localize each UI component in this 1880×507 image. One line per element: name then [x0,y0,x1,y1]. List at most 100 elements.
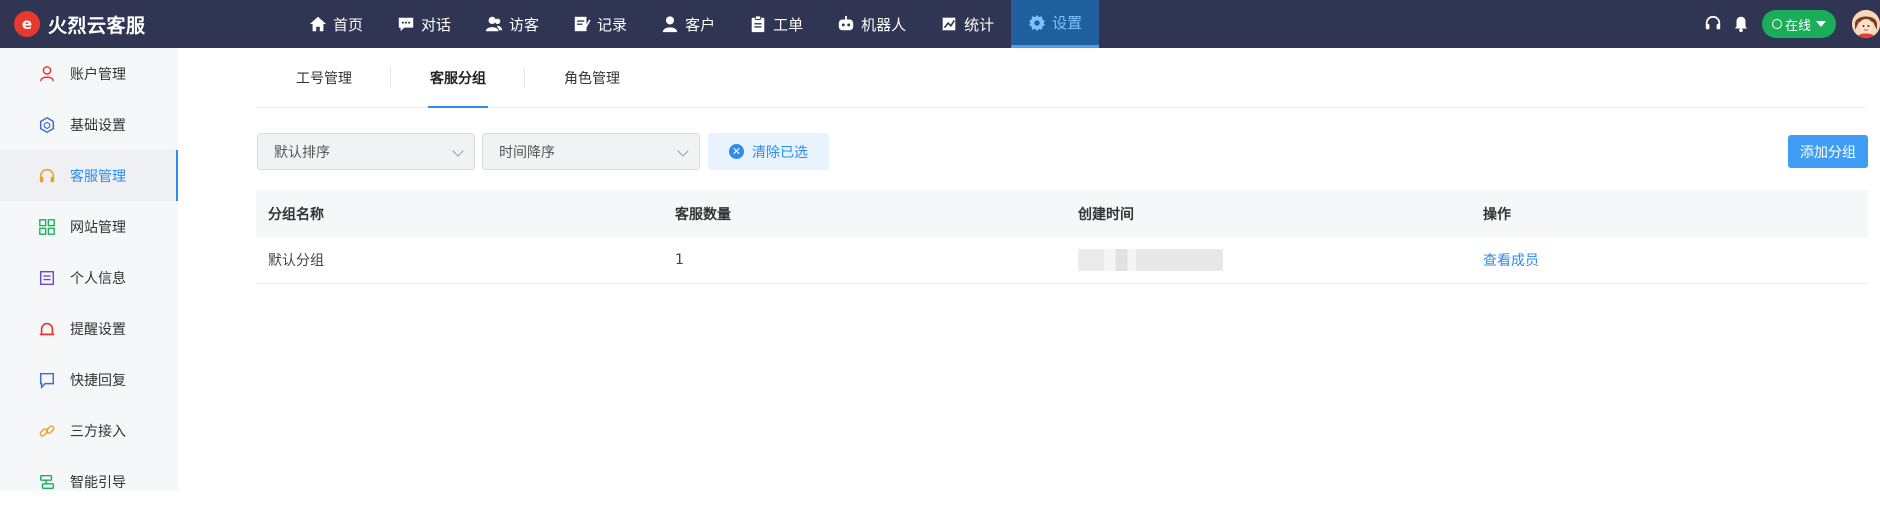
sidebar-item-personal-info[interactable]: 个人信息 [0,252,178,303]
groups-table: 分组名称 客服数量 创建时间 操作 默认分组 1 查看成员 [256,190,1868,284]
sidebar-item-label: 账户管理 [70,66,126,83]
bell-icon[interactable] [1732,15,1750,33]
sort-select[interactable]: 默认排序 [257,133,475,170]
status-label: 在线 [1784,18,1811,34]
headset-icon[interactable] [1704,15,1722,33]
sidebar-item-label: 提醒设置 [70,321,126,338]
sidebar-item-quick-reply[interactable]: 快捷回复 [0,354,178,405]
agent-count-cell: 1 [675,252,684,268]
grid-icon [38,218,56,236]
link-icon [38,422,56,440]
nav-item-robot[interactable]: 机器人 [820,0,923,48]
column-header-agent-count: 客服数量 [675,206,731,223]
nav-item-stats[interactable]: 统计 [923,0,1011,48]
sidebar-item-label: 智能引导 [70,474,126,491]
avatar[interactable] [1852,10,1880,38]
brand[interactable]: e 火烈云客服 [14,0,146,48]
column-header-created-time: 创建时间 [1078,206,1134,223]
stats-icon [940,15,958,33]
sidebar-item-third-party[interactable]: 三方接入 [0,405,178,456]
table-row: 默认分组 1 查看成员 [256,237,1868,284]
redacted-timestamp [1078,249,1223,271]
visitors-icon [485,15,503,33]
tab-role-management[interactable]: 角色管理 [524,48,658,108]
group-name-cell: 默认分组 [268,253,324,269]
tab-agent-groups[interactable]: 客服分组 [390,48,524,108]
tab-employee-id[interactable]: 工号管理 [256,48,390,108]
nav-item-label: 机器人 [861,15,907,34]
brand-logo-icon: e [14,11,40,37]
cube-icon [38,116,56,134]
nav-item-chat[interactable]: 对话 [380,0,468,48]
nav-item-label: 工单 [773,15,804,34]
nav-item-label: 访客 [509,15,540,34]
sidebar-item-agent-management[interactable]: 客服管理 [0,150,178,201]
alarm-icon [38,320,56,338]
home-icon [309,15,327,33]
ticket-icon [749,15,767,33]
nav-item-label: 记录 [597,15,628,34]
actions-cell: 查看成员 [1465,250,1868,270]
online-status-dropdown[interactable]: 在线 [1762,10,1836,38]
view-members-link[interactable]: 查看成员 [1483,250,1539,270]
add-label: 添加分组 [1800,144,1856,161]
user-icon [38,65,56,83]
robot-icon [837,15,855,33]
sidebar-item-basic-settings[interactable]: 基础设置 [0,99,178,150]
nav-item-label: 对话 [421,15,452,34]
nav-item-label: 首页 [333,15,364,34]
column-header-actions: 操作 [1483,206,1511,223]
status-circle-icon [1771,19,1782,29]
sidebar-item-label: 快捷回复 [70,372,126,389]
nav-item-home[interactable]: 首页 [292,0,380,48]
sidebar-item-account[interactable]: 账户管理 [0,48,178,99]
close-circle-icon: ✕ [729,144,744,159]
nav-item-label: 客户 [685,15,716,34]
caret-down-icon [1816,21,1826,27]
customer-icon [661,15,679,33]
table-header: 分组名称 客服数量 创建时间 操作 [256,190,1868,237]
sidebar-item-label: 客服管理 [70,168,126,185]
tab-label: 角色管理 [564,70,620,87]
chevron-down-icon [452,145,464,157]
records-icon [573,15,591,33]
chat-icon [397,15,415,33]
nav-item-records[interactable]: 记录 [556,0,644,48]
clear-label: 清除已选 [752,144,808,161]
top-navigation-bar: e 火烈云客服 首页 对话 访客 记录 客户 工单 机器人 统计 设置 在线 [0,0,1880,48]
created-time-cell [1062,249,1465,271]
column-header-group-name: 分组名称 [268,206,324,223]
sidebar-item-website-management[interactable]: 网站管理 [0,201,178,252]
settings-icon [1028,14,1046,32]
time-order-select[interactable]: 时间降序 [482,133,700,170]
sort-select-value: 默认排序 [274,144,330,161]
sidebar-item-label: 三方接入 [70,423,126,440]
main-nav: 首页 对话 访客 记录 客户 工单 机器人 统计 设置 [292,0,1100,48]
sub-tabs: 工号管理 客服分组 角色管理 [256,48,1866,108]
brand-name: 火烈云客服 [48,14,146,37]
nav-item-label: 统计 [964,15,995,34]
sidebar-item-reminder-settings[interactable]: 提醒设置 [0,303,178,354]
top-right-controls: 在线 [1704,0,1880,48]
headset-icon [38,167,56,185]
tab-label: 工号管理 [296,70,352,87]
clear-selection-button[interactable]: ✕ 清除已选 [708,133,829,170]
guide-icon [38,473,56,491]
toolbar: 默认排序 时间降序 ✕ 清除已选 添加分组 [256,133,1868,170]
time-select-value: 时间降序 [499,144,555,161]
id-card-icon [38,269,56,287]
nav-item-customer[interactable]: 客户 [644,0,732,48]
nav-item-visitors[interactable]: 访客 [468,0,556,48]
sidebar-item-label: 个人信息 [70,270,126,287]
nav-item-label: 设置 [1052,14,1083,32]
sidebar: 账户管理 基础设置 客服管理 网站管理 个人信息 提醒设置 快捷回复 三方接入 … [0,48,178,491]
message-icon [38,371,56,389]
sidebar-item-label: 网站管理 [70,219,126,236]
tab-label: 客服分组 [430,70,486,87]
add-group-button[interactable]: 添加分组 [1788,135,1868,168]
sidebar-item-label: 基础设置 [70,117,126,134]
sidebar-item-smart-guide[interactable]: 智能引导 [0,456,178,507]
nav-item-ticket[interactable]: 工单 [732,0,820,48]
nav-item-settings[interactable]: 设置 [1011,0,1100,48]
chevron-down-icon [677,145,689,157]
